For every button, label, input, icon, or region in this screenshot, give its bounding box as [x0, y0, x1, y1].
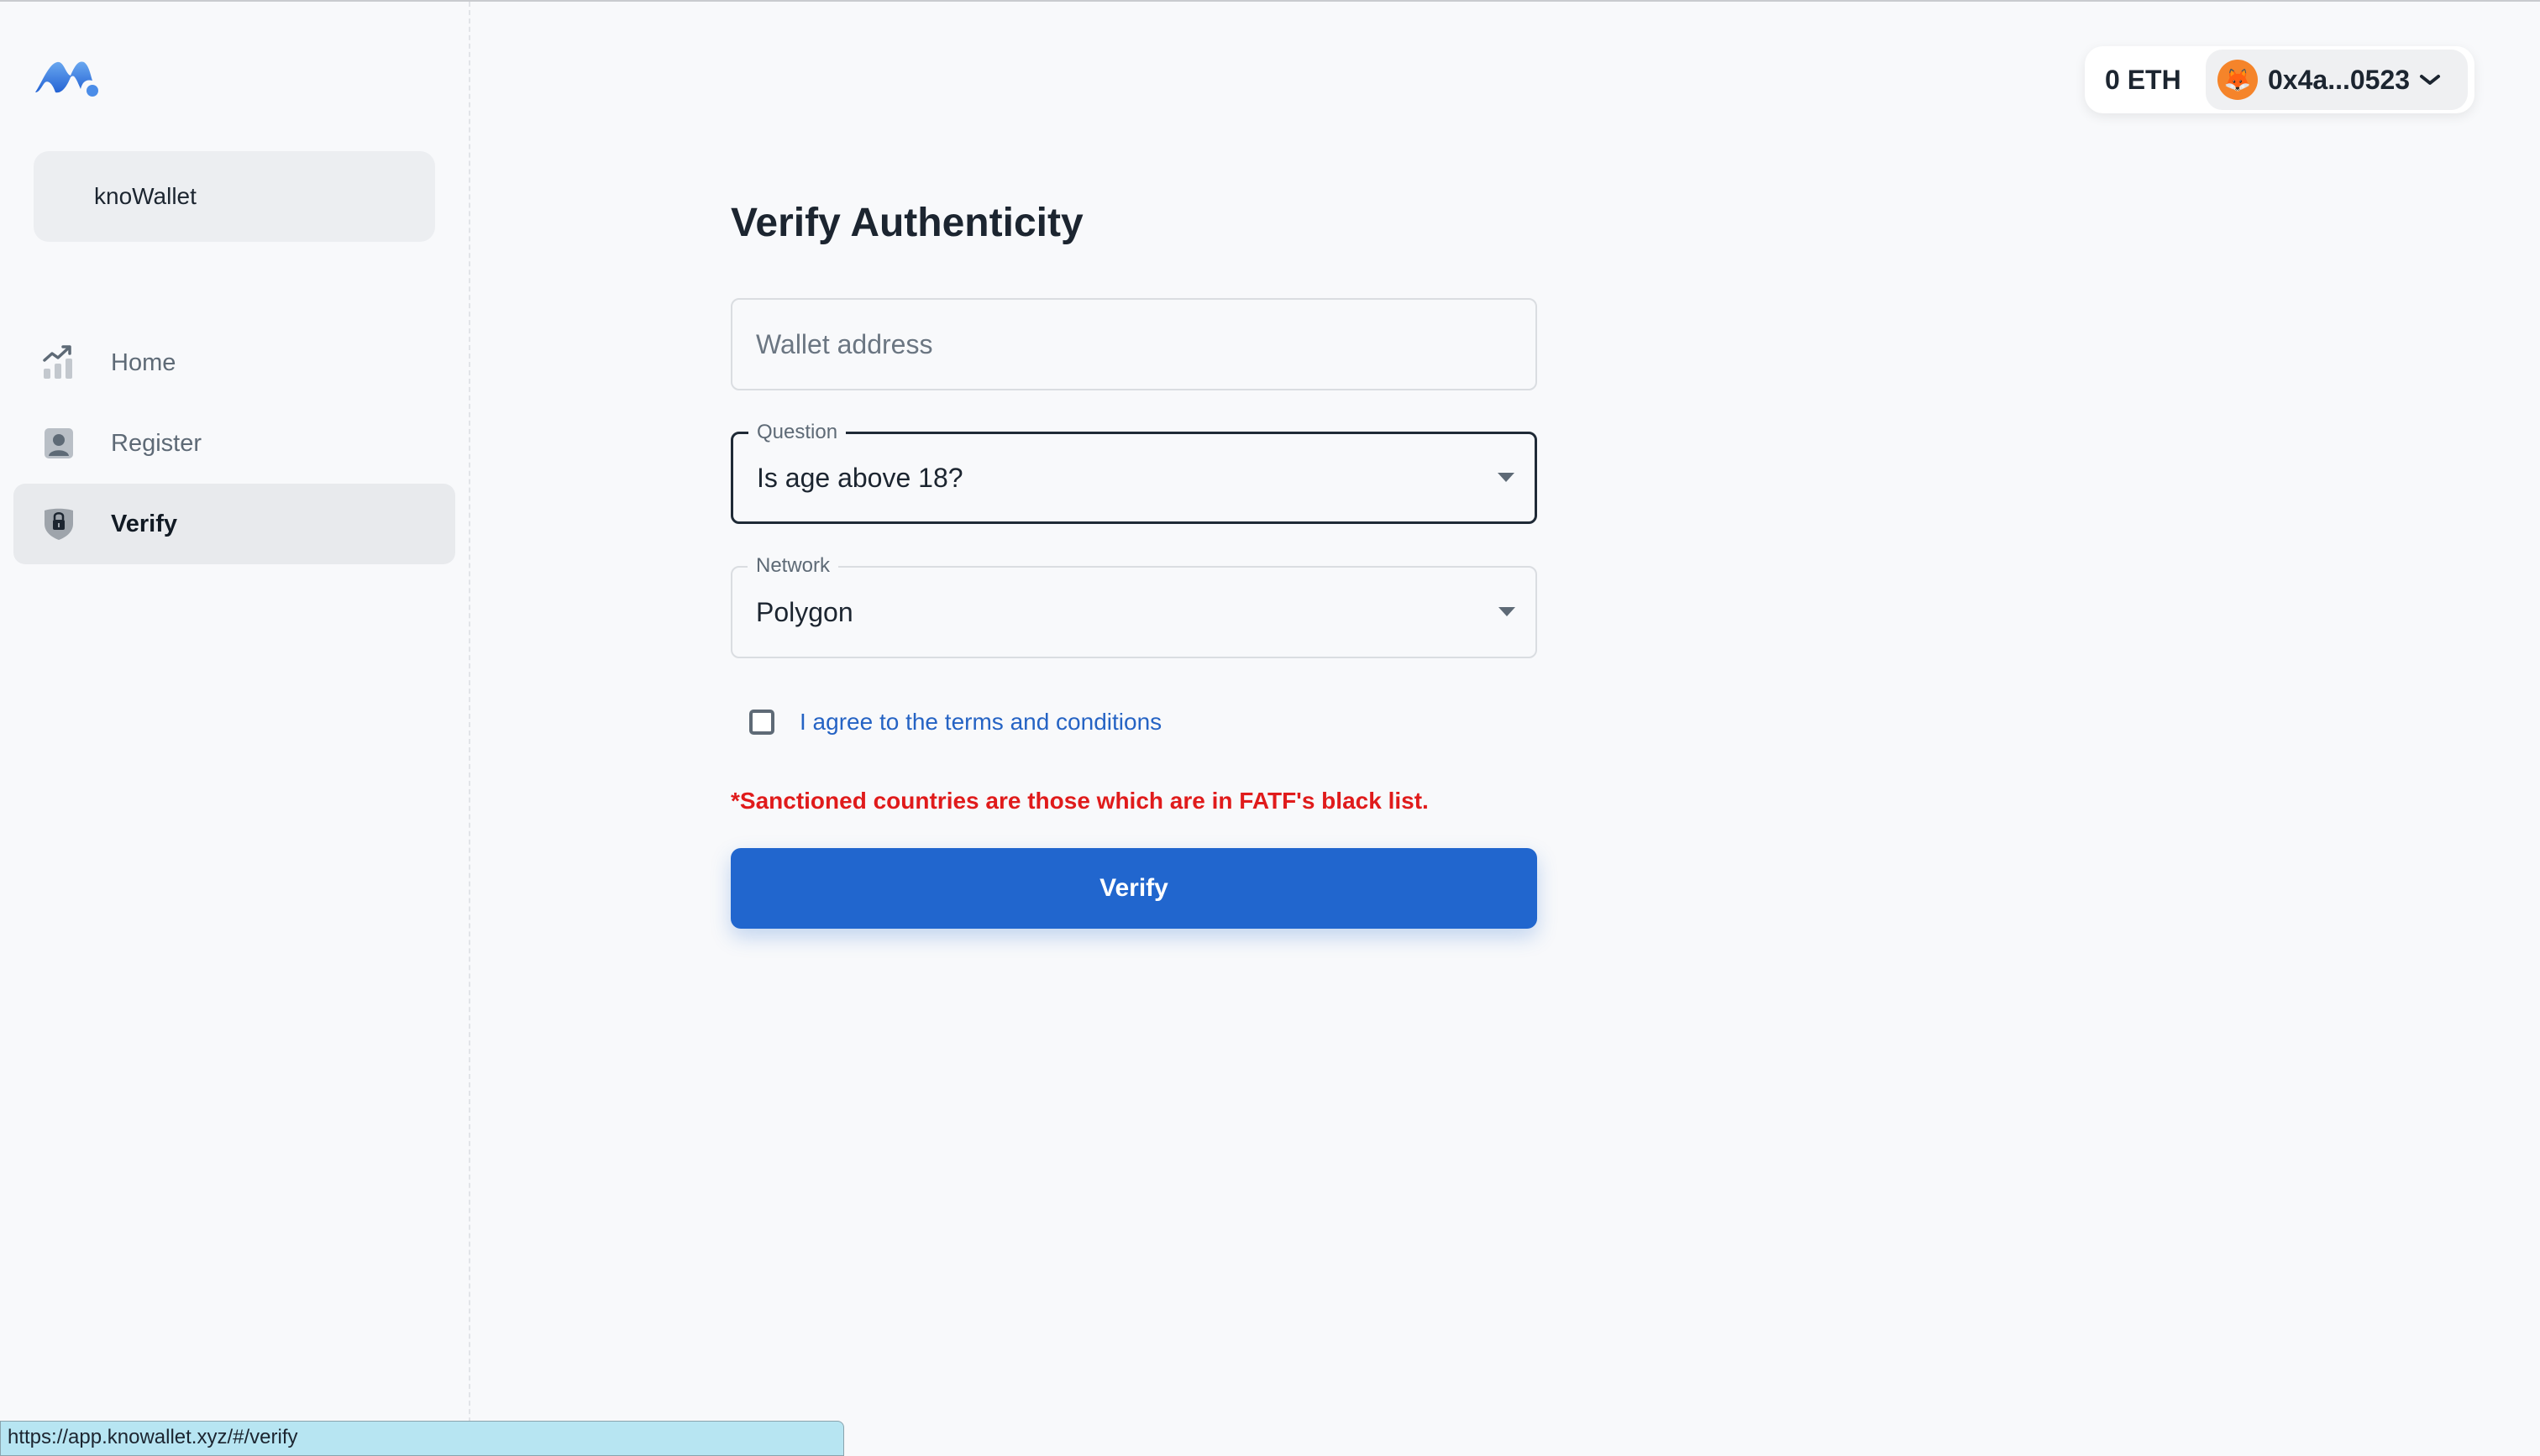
terms-label[interactable]: I agree to the terms and conditions [800, 709, 1162, 736]
sidebar-item-label: Home [111, 348, 176, 376]
account-address: 0x4a...0523 [2268, 64, 2411, 95]
chevron-down-icon [2418, 71, 2442, 88]
terms-agreement[interactable]: I agree to the terms and conditions [749, 705, 1162, 739]
status-bar-url: https://app.knowallet.xyz/#/verify [0, 1421, 844, 1456]
brand-name: knoWallet [94, 183, 197, 209]
app-switcher-card[interactable]: knoWallet [34, 151, 435, 242]
user-badge-icon [42, 427, 76, 460]
wallet-address-input[interactable] [732, 300, 1535, 389]
network-select[interactable]: Network Polygon [731, 554, 1537, 658]
eth-balance: 0 ETH [2105, 64, 2181, 95]
account-button[interactable]: 🦊 0x4a...0523 [2206, 50, 2468, 110]
sidebar-item-register[interactable]: Register [13, 403, 455, 484]
terms-checkbox[interactable] [749, 710, 774, 735]
sanctions-warning: *Sanctioned countries are those which ar… [731, 788, 1429, 814]
sidebar: knoWallet Home Register Verify [0, 2, 470, 1456]
page-title: Verify Authenticity [731, 201, 1084, 245]
sidebar-item-label: Register [111, 429, 202, 457]
question-value: Is age above 18? [757, 462, 963, 493]
sidebar-item-label: Verify [111, 510, 177, 537]
network-value: Polygon [756, 596, 853, 627]
metamask-fox-icon: 🦊 [2217, 60, 2258, 100]
wallet-address-field [731, 298, 1537, 390]
shield-lock-icon [42, 507, 76, 541]
wallet-status: 0 ETH 🦊 0x4a...0523 [2085, 46, 2474, 113]
question-select[interactable]: Question Is age above 18? [731, 421, 1537, 524]
sidebar-item-home[interactable]: Home [13, 322, 455, 403]
caret-down-icon [1498, 473, 1514, 482]
chart-trend-icon [42, 345, 76, 380]
caret-down-icon [1498, 607, 1515, 616]
mountain-logo-icon[interactable] [34, 57, 101, 97]
verify-button[interactable]: Verify [731, 848, 1537, 929]
sidebar-item-verify[interactable]: Verify [13, 484, 455, 564]
